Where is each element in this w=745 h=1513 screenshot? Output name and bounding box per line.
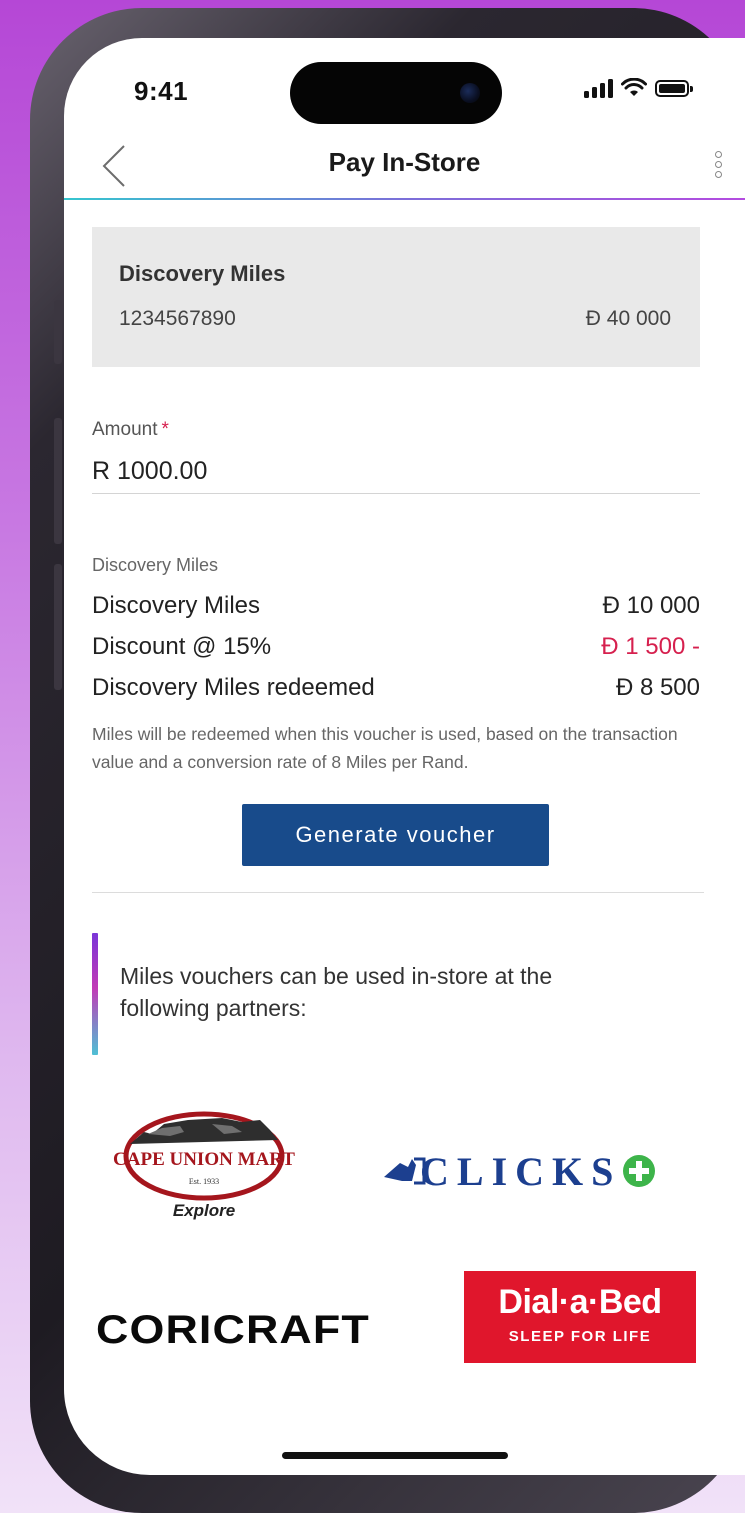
more-vertical-icon	[714, 150, 722, 158]
phone-volume-down	[54, 564, 62, 690]
battery-icon	[655, 79, 693, 97]
clicks-logo: CLICKS	[382, 1142, 704, 1200]
summary-value-negative: Đ 1 500 -	[601, 633, 700, 660]
phone-screen: 9:41 Pay In-Store Discovery Miles 123456…	[64, 38, 745, 1475]
account-balance: Đ 40 000	[585, 307, 671, 330]
cape-union-mart-tagline: Explore	[173, 1201, 235, 1220]
amount-label-text: Amount	[92, 419, 158, 440]
signal-icon	[584, 78, 613, 98]
cape-union-mart-est: Est. 1933	[189, 1177, 219, 1186]
summary-row-miles: Discovery Miles Đ 10 000	[92, 589, 700, 623]
dynamic-island	[290, 62, 502, 124]
cape-union-mart-name: CAPE UNION MART	[113, 1149, 295, 1170]
required-marker: *	[161, 419, 169, 440]
dial-a-bed-tagline: SLEEP FOR LIFE	[508, 1328, 652, 1345]
partners-accent-bar	[92, 933, 98, 1055]
redemption-disclaimer: Miles will be redeemed when this voucher…	[92, 724, 678, 772]
nav-bar: Pay In-Store	[64, 133, 745, 199]
coricraft-logo: CORICRAFT	[96, 1308, 370, 1352]
summary-label: Discount @ 15%	[92, 633, 272, 660]
more-vertical-icon	[714, 160, 722, 168]
header-divider	[64, 198, 745, 200]
phone-silent-switch	[54, 300, 62, 364]
generate-voucher-button[interactable]: Generate voucher	[242, 804, 549, 866]
summary-row-redeemed: Discovery Miles redeemed Đ 8 500	[92, 671, 700, 705]
section-divider	[92, 892, 704, 893]
dial-a-bed-logo: Dial·a·Bed SLEEP FOR LIFE	[464, 1271, 696, 1363]
summary-label: Discovery Miles redeemed	[92, 674, 375, 701]
account-card: Discovery Miles 1234567890 Đ 40 000	[92, 227, 700, 367]
status-time: 9:41	[134, 76, 189, 106]
cape-union-mart-logo: CAPE UNION MART Est. 1933 Explore	[92, 1098, 316, 1246]
clicks-plus-icon	[623, 1155, 656, 1187]
wifi-icon	[621, 78, 647, 96]
account-name: Discovery Miles	[119, 261, 286, 286]
summary-caption: Discovery Miles	[92, 555, 219, 575]
more-options-button[interactable]	[703, 141, 733, 187]
status-icons	[584, 78, 693, 98]
page-title: Pay In-Store	[328, 147, 481, 177]
summary-label: Discovery Miles	[92, 592, 261, 619]
partners-intro: Miles vouchers can be used in-store at t…	[120, 963, 553, 1021]
front-camera-icon	[460, 83, 480, 103]
summary-value: Đ 10 000	[602, 592, 700, 619]
dial-a-bed-name: Dial·a·Bed	[498, 1283, 662, 1321]
amount-input[interactable]	[92, 456, 700, 494]
phone-volume-up	[54, 418, 62, 544]
home-indicator[interactable]	[282, 1452, 508, 1459]
amount-label: Amount *	[92, 419, 169, 441]
clicks-name: CLICKS	[420, 1148, 622, 1194]
account-number: 1234567890	[119, 307, 236, 330]
summary-value: Đ 8 500	[615, 674, 700, 701]
more-vertical-icon	[714, 170, 722, 178]
summary-row-discount: Discount @ 15% Đ 1 500 -	[92, 630, 700, 664]
